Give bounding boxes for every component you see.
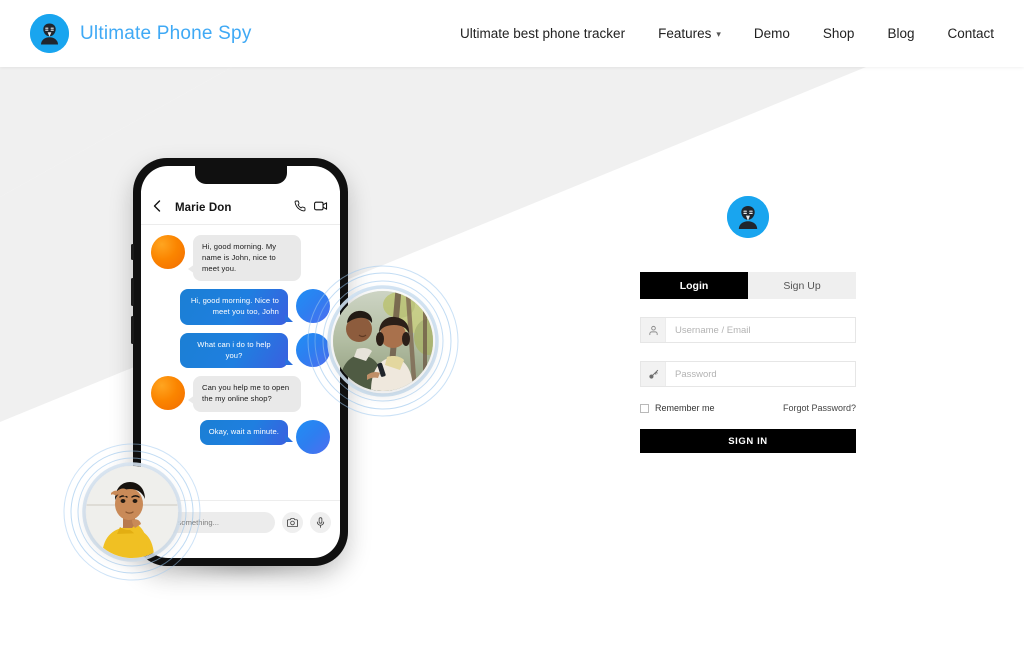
nav-label: Ultimate best phone tracker xyxy=(459,26,626,41)
nav-item-contact[interactable]: Contact xyxy=(947,26,994,41)
site-header: Ultimate Phone Spy Ultimate best phone t… xyxy=(0,0,1024,67)
spy-mask-avatar-icon xyxy=(727,196,769,238)
phone-call-icon[interactable] xyxy=(294,199,306,217)
chat-bubble-outgoing: What can i do to help you? xyxy=(180,332,293,369)
remember-me-checkbox[interactable] xyxy=(640,403,649,413)
password-input[interactable] xyxy=(666,362,855,386)
phone-notch xyxy=(194,166,287,184)
brand-name: Ultimate Phone Spy xyxy=(80,22,252,44)
orange-avatar xyxy=(151,376,185,411)
chat-header: Marie Don xyxy=(141,191,340,225)
password-field-wrapper xyxy=(640,361,856,387)
nav-item-ultimate-best-phone-tracker[interactable]: Ultimate best phone tracker xyxy=(460,26,625,41)
chat-message-row: Hi, good morning. Nice to meet you too, … xyxy=(151,289,330,325)
login-panel: Login Sign Up Remember me Forgot Passwor… xyxy=(640,196,856,453)
chat-bubble-incoming: Hi, good morning. My name is John, nice … xyxy=(188,235,301,282)
chat-header-actions xyxy=(294,199,328,217)
nav-item-shop[interactable]: Shop xyxy=(823,26,855,41)
nav-label: Demo xyxy=(753,26,790,41)
video-camera-icon[interactable] xyxy=(314,199,328,217)
chat-message-row: Can you help me to open the my online sh… xyxy=(151,376,330,413)
chevron-down-icon: ▾ xyxy=(716,29,721,39)
chat-contact-name: Marie Don xyxy=(175,201,232,214)
chevron-left-icon[interactable] xyxy=(153,199,161,217)
blue-avatar xyxy=(296,420,330,455)
nav-label: Shop xyxy=(822,26,855,41)
chat-message-row: What can i do to help you? xyxy=(151,332,330,369)
nav-label: Features xyxy=(658,26,712,41)
forgot-password-link[interactable]: Forgot Password? xyxy=(783,403,856,413)
nav-item-features[interactable]: Features ▾ xyxy=(658,26,721,41)
main-navigation: Ultimate best phone tracker Features ▾ D… xyxy=(460,26,994,41)
key-icon xyxy=(641,362,666,386)
nav-label: Contact xyxy=(947,26,994,41)
chat-message-row: Hi, good morning. My name is John, nice … xyxy=(151,235,330,282)
tab-signup[interactable]: Sign Up xyxy=(748,272,856,299)
login-options-row: Remember me Forgot Password? xyxy=(640,403,856,413)
camera-icon[interactable] xyxy=(282,512,303,533)
nav-label: Blog xyxy=(887,26,915,41)
chat-bubble-outgoing: Okay, wait a minute. xyxy=(199,420,294,445)
username-field-wrapper xyxy=(640,317,856,343)
nav-item-demo[interactable]: Demo xyxy=(754,26,790,41)
nav-item-blog[interactable]: Blog xyxy=(887,26,914,41)
auth-tabs: Login Sign Up xyxy=(640,272,856,299)
chat-bubble-incoming: Can you help me to open the my online sh… xyxy=(188,376,301,413)
man-thinking-yellow-shirt-photo xyxy=(86,466,178,558)
remember-me-label: Remember me xyxy=(655,403,715,413)
orange-avatar xyxy=(151,235,185,269)
phone-volume-down-button xyxy=(131,316,134,344)
sign-in-button[interactable]: SIGN IN xyxy=(640,429,856,453)
phone-silent-switch xyxy=(131,244,134,260)
user-icon xyxy=(641,318,666,342)
couple-looking-at-phone-photo xyxy=(333,291,433,391)
brand-logo-link[interactable]: Ultimate Phone Spy xyxy=(30,14,252,53)
chat-bubble-outgoing: Hi, good morning. Nice to meet you too, … xyxy=(180,289,293,325)
phone-volume-up-button xyxy=(131,278,134,306)
tab-login[interactable]: Login xyxy=(640,272,748,299)
microphone-icon[interactable] xyxy=(310,512,331,533)
username-input[interactable] xyxy=(666,318,855,342)
spy-mask-avatar-icon xyxy=(30,14,69,53)
hero-photo-man xyxy=(63,443,201,581)
page-root: Ultimate Phone Spy Ultimate best phone t… xyxy=(0,0,1024,666)
hero-photo-couple xyxy=(307,265,459,417)
